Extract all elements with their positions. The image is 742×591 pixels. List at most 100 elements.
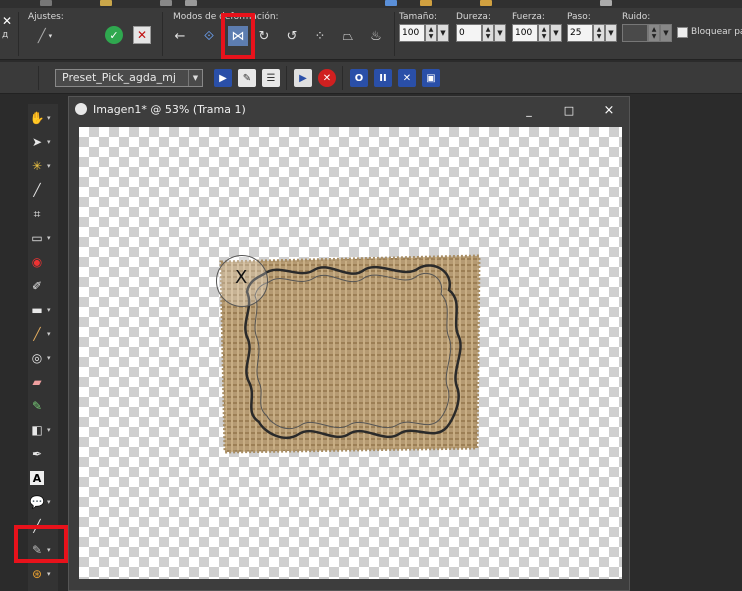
text-tool[interactable]: A xyxy=(28,468,58,488)
noise-icon: ⁘ xyxy=(314,28,326,44)
step-dropdown[interactable]: ▼ xyxy=(605,24,617,42)
noise-spinner[interactable]: ▲ ▼ ▼ xyxy=(622,24,672,42)
move-tool[interactable]: ▭ ▾ xyxy=(28,228,58,248)
toolbar-icon[interactable] xyxy=(40,0,52,6)
speech-bubble-icon: 💬 xyxy=(29,495,45,509)
makeover-tool[interactable]: ✐ xyxy=(28,276,58,296)
toolbar-icon[interactable] xyxy=(185,0,197,6)
flood-fill-tool[interactable]: ◧ ▾ xyxy=(28,420,58,440)
push-mode-button[interactable]: ← xyxy=(170,26,190,46)
annotation-tool[interactable]: 💬 ▾ xyxy=(28,492,58,512)
maximize-button[interactable]: □ xyxy=(559,101,579,119)
hardness-label: Dureza: xyxy=(456,12,491,22)
strength-dropdown[interactable]: ▼ xyxy=(550,24,562,42)
twirl-left-button[interactable]: ↺ xyxy=(282,26,302,46)
strength-label: Fuerza: xyxy=(512,12,545,22)
chevron-down-icon[interactable]: ▾ xyxy=(47,570,51,578)
step-spinner[interactable]: 25 ▲ ▼ ▼ xyxy=(567,24,617,42)
play-button[interactable]: ▶ xyxy=(214,69,232,87)
step-arrows[interactable]: ▲ ▼ xyxy=(593,24,605,42)
clone-icon: ⊛ xyxy=(31,567,43,581)
toolbar-icon[interactable] xyxy=(480,0,492,6)
edit-script-button[interactable]: ✎ xyxy=(238,69,256,87)
noise-input[interactable] xyxy=(622,24,648,42)
arrow-left-icon: ← xyxy=(174,28,186,44)
image-window-title: Imagen1* @ 53% (Trama 1) xyxy=(93,103,246,116)
chevron-down-icon[interactable]: ▾ xyxy=(47,426,51,434)
chevron-down-icon[interactable]: ▾ xyxy=(47,114,51,122)
minimize-button[interactable]: _ xyxy=(519,101,539,119)
chevron-down-icon[interactable]: ▾ xyxy=(47,498,51,506)
shape-tool[interactable]: ◎ ▾ xyxy=(28,348,58,368)
toolbar-icon[interactable] xyxy=(600,0,612,6)
noise-mode-button[interactable]: ⁘ xyxy=(310,26,330,46)
dropper-tool[interactable]: ╱ xyxy=(28,180,58,200)
strength-arrows[interactable]: ▲ ▼ xyxy=(538,24,550,42)
toolbar-icon[interactable] xyxy=(160,0,172,6)
run-script-button[interactable]: ▶ xyxy=(294,69,312,87)
folder-icon[interactable] xyxy=(100,0,112,6)
stop-script-button[interactable]: ✕ xyxy=(318,69,336,87)
eraser-tool[interactable]: ▰ xyxy=(28,372,58,392)
step-input[interactable]: 25 xyxy=(567,24,593,42)
size-spinner[interactable]: 100 ▲ ▼ ▼ xyxy=(399,24,449,42)
strength-input[interactable]: 100 xyxy=(512,24,538,42)
size-dropdown[interactable]: ▼ xyxy=(437,24,449,42)
lock-checkbox[interactable] xyxy=(677,27,688,38)
pause-button[interactable]: II xyxy=(374,69,392,87)
hardness-input[interactable]: 0 xyxy=(456,24,482,42)
crop-tool[interactable]: ⌗ xyxy=(28,204,58,224)
chevron-down-icon[interactable]: ▼ xyxy=(188,70,202,86)
pen-tool[interactable]: ✒ xyxy=(28,444,58,464)
cancel-record-button[interactable]: ✕ xyxy=(398,69,416,87)
hardness-arrows[interactable]: ▲ ▼ xyxy=(482,24,494,42)
cancel-button[interactable]: ✕ xyxy=(133,26,151,44)
chevron-down-icon[interactable]: ▾ xyxy=(47,162,51,170)
preset-select[interactable]: Preset_Pick_agda_mj ▼ xyxy=(55,69,203,87)
script-list-button[interactable]: ☰ xyxy=(262,69,280,87)
image-window-titlebar[interactable]: Imagen1* @ 53% (Trama 1) _ □ × xyxy=(69,97,629,123)
crop-icon: ⌗ xyxy=(33,206,41,221)
apply-button[interactable]: ✓ xyxy=(105,26,123,44)
chevron-down-icon[interactable]: ▾ xyxy=(47,354,51,362)
strength-spinner[interactable]: 100 ▲ ▼ ▼ xyxy=(512,24,562,42)
red-eye-tool[interactable]: ◉ xyxy=(28,252,58,272)
clone-tool[interactable]: ⊛ ▾ xyxy=(28,564,58,584)
pan-tool[interactable]: ✋ ▾ xyxy=(28,108,58,128)
size-input[interactable]: 100 xyxy=(399,24,425,42)
save-script-button[interactable]: ▣ xyxy=(422,69,440,87)
preset-bar: Preset_Pick_agda_mj ▼ ▶ ✎ ☰ ▶ ✕ O II ✕ ▣ xyxy=(0,62,742,94)
unwarp-mode-button[interactable]: ♨ xyxy=(366,26,386,46)
straighten-tool[interactable]: ▬ ▾ xyxy=(28,300,58,320)
iron-mode-button[interactable]: ⏢ xyxy=(338,26,358,46)
step-label: Paso: xyxy=(567,12,591,22)
highlight-deform-mode xyxy=(221,13,255,59)
toolbar-icon[interactable] xyxy=(420,0,432,6)
noise-arrows[interactable]: ▲ ▼ xyxy=(648,24,660,42)
chevron-down-icon[interactable]: ▾ xyxy=(47,330,51,338)
record-button[interactable]: O xyxy=(350,69,368,87)
chevron-down-icon[interactable]: ▾ xyxy=(47,306,51,314)
chevron-down-icon[interactable]: ▾ xyxy=(47,234,51,242)
close-button[interactable]: × xyxy=(599,101,619,119)
twirl-right-button[interactable]: ↻ xyxy=(254,26,274,46)
pick-tool[interactable]: ➤ ▾ xyxy=(28,132,58,152)
hand-icon: ✋ xyxy=(29,111,45,125)
magic-wand-tool[interactable]: ✳ ▾ xyxy=(28,156,58,176)
eraser-icon: ▰ xyxy=(32,375,42,389)
image-window: Imagen1* @ 53% (Trama 1) _ □ × X xyxy=(68,96,630,591)
menu-strip xyxy=(0,0,742,8)
toolbar-icon[interactable] xyxy=(385,0,397,6)
noise-dropdown[interactable]: ▼ xyxy=(660,24,672,42)
preset-picker-button[interactable]: ╱ ▾ xyxy=(30,26,60,46)
size-arrows[interactable]: ▲ ▼ xyxy=(425,24,437,42)
replace-color-tool[interactable]: ✎ xyxy=(28,396,58,416)
hardness-dropdown[interactable]: ▼ xyxy=(494,24,506,42)
image-canvas[interactable]: X xyxy=(79,127,622,579)
paint-brush-tool[interactable]: ╱ ▾ xyxy=(28,324,58,344)
hardness-spinner[interactable]: 0 ▲ ▼ ▼ xyxy=(456,24,506,42)
play-icon: ▶ xyxy=(219,72,227,84)
expand-mode-button[interactable]: ⟐ xyxy=(199,26,219,46)
pause-icon: II xyxy=(379,72,387,84)
chevron-down-icon[interactable]: ▾ xyxy=(47,138,51,146)
